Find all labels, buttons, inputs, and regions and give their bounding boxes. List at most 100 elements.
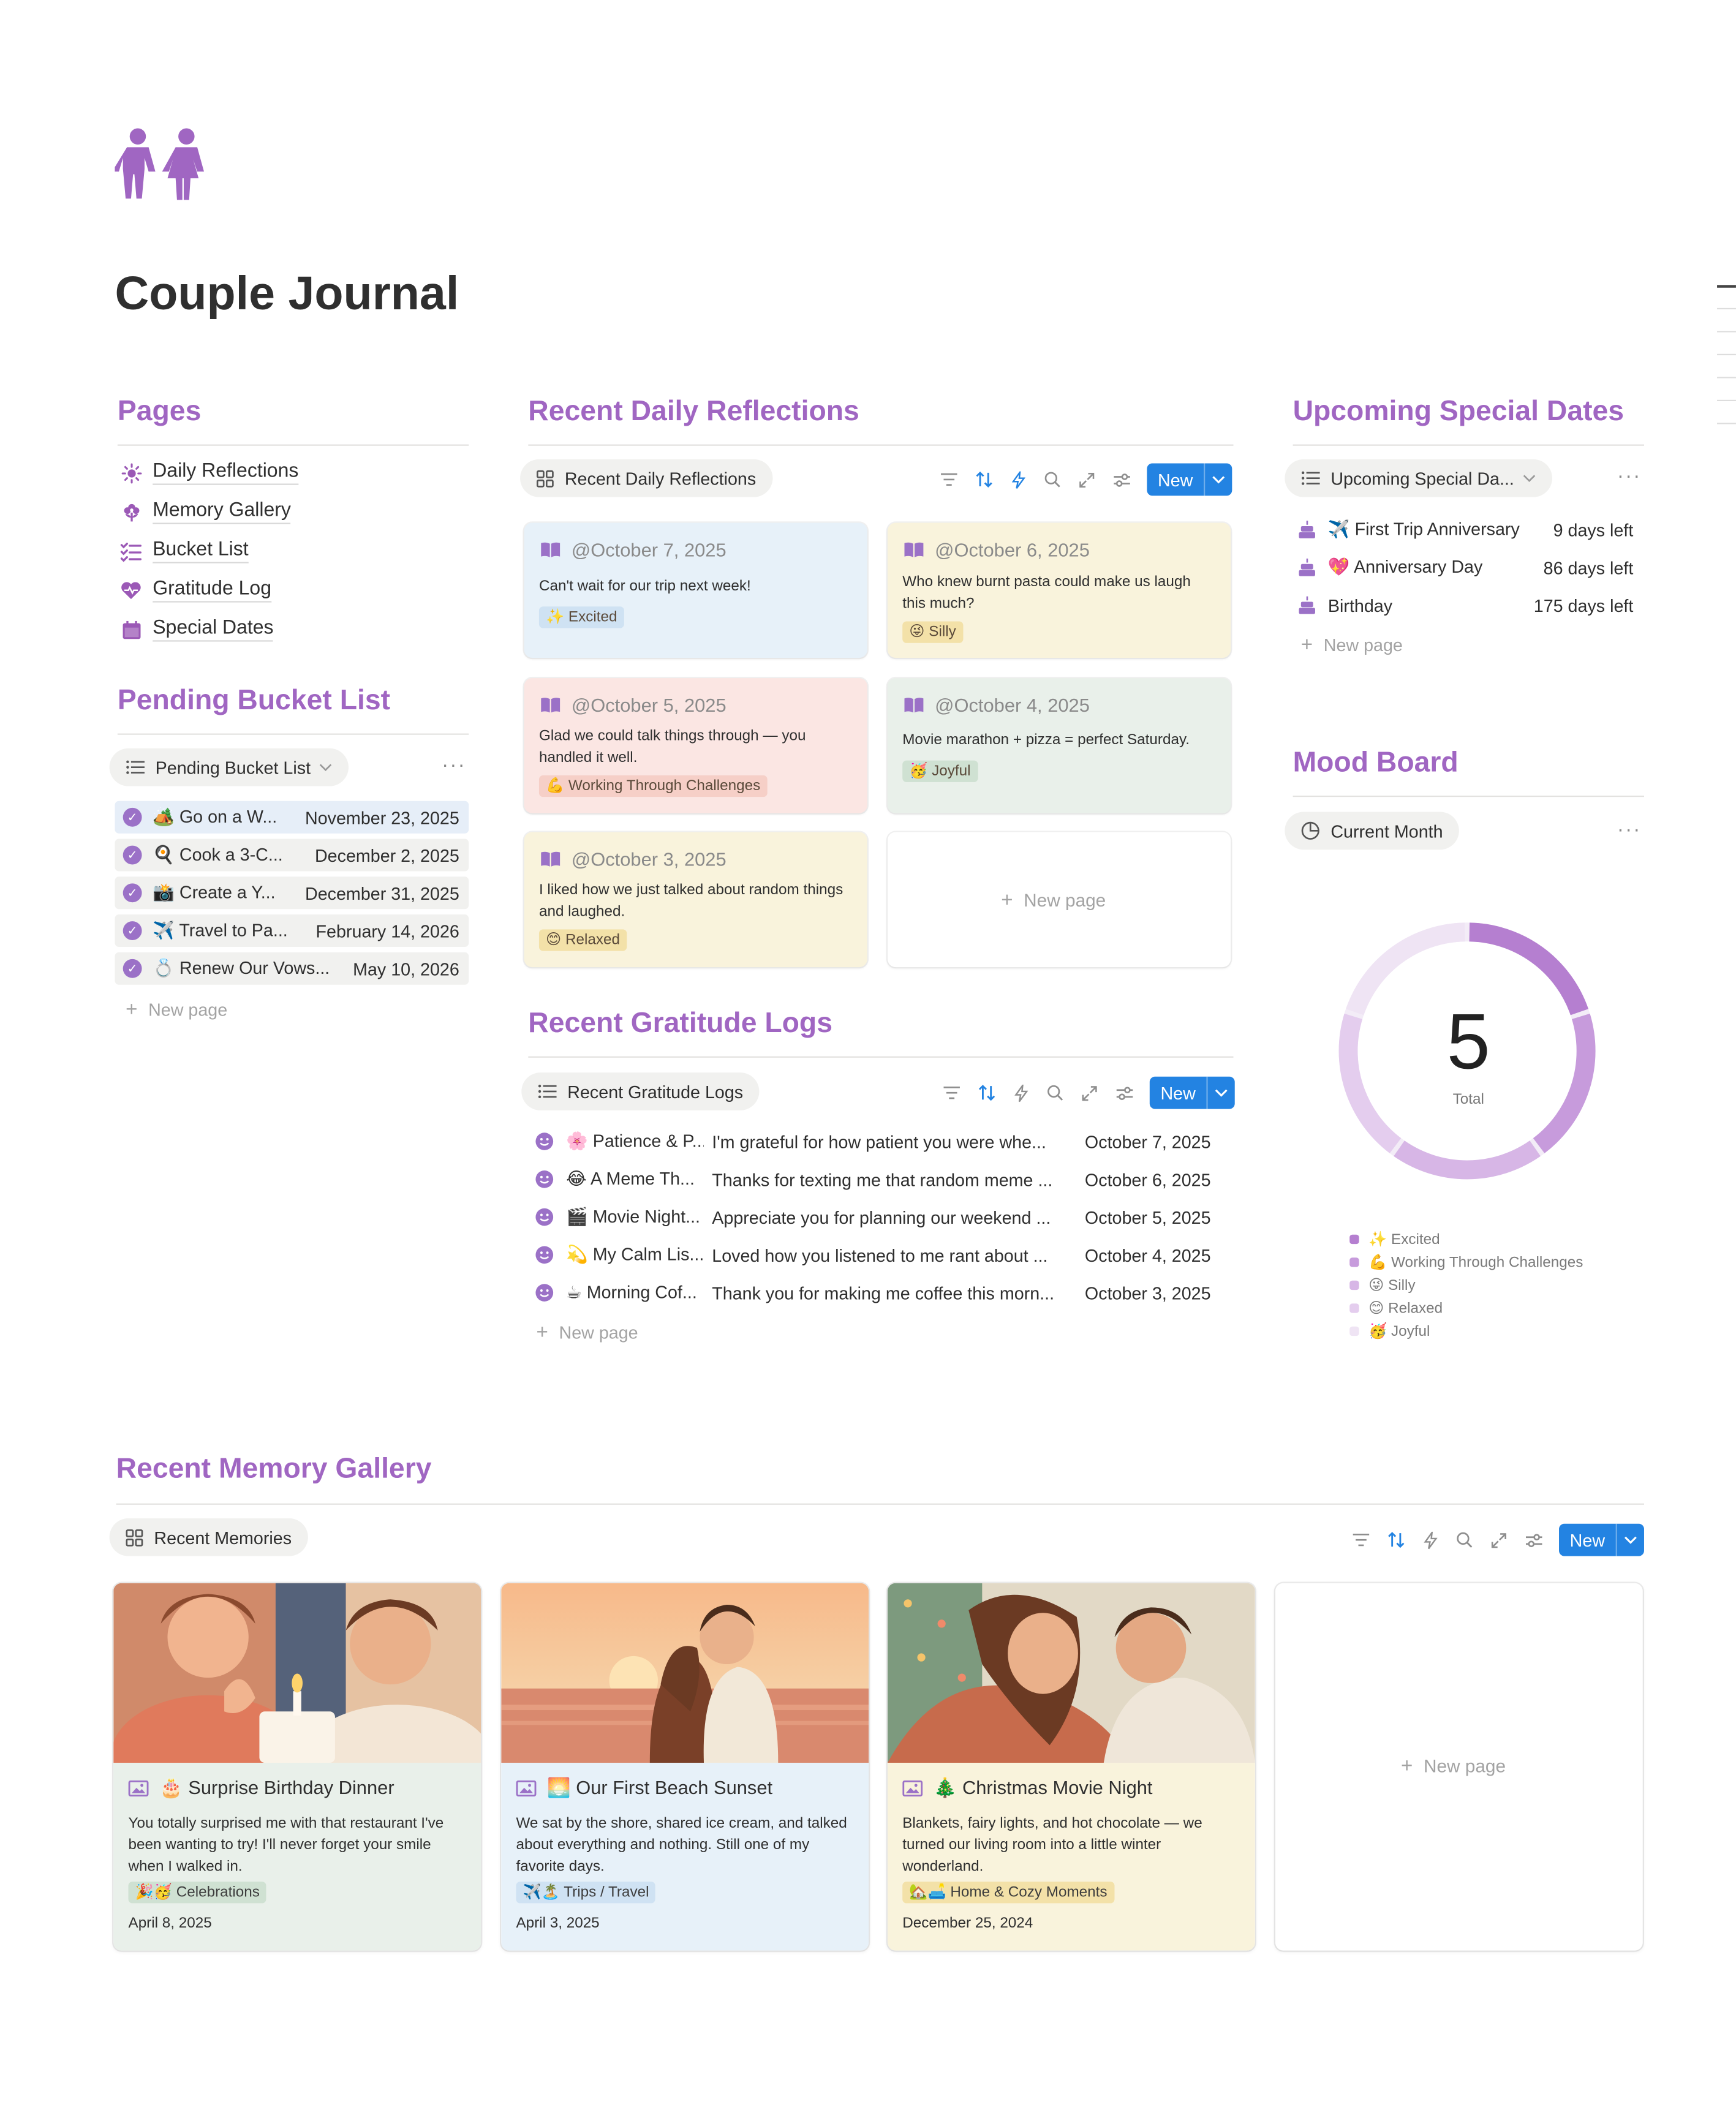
cake-icon <box>1298 596 1317 615</box>
outline-marker[interactable] <box>1717 285 1736 287</box>
nav-special-dates[interactable]: Special Dates <box>120 617 274 642</box>
outline-marker[interactable] <box>1717 331 1736 333</box>
card-date: @October 6, 2025 <box>935 538 1090 561</box>
view-selector-memory[interactable]: Recent Memories <box>109 1518 308 1556</box>
table-row[interactable]: ✓ ✈️ Travel to Pa... February 14, 2026 <box>115 914 469 947</box>
memory-card[interactable]: 🌅 Our First Beach Sunset We sat by the s… <box>501 1583 869 1951</box>
search-icon[interactable] <box>1038 1085 1073 1101</box>
legend-label: 😊 Relaxed <box>1368 1300 1443 1317</box>
table-row[interactable]: Birthday 175 days left <box>1298 589 1636 622</box>
view-label: Recent Memories <box>154 1527 292 1548</box>
new-gratitude-button[interactable]: New <box>1149 1076 1235 1109</box>
nav-gratitude-log[interactable]: Gratitude Log <box>120 578 272 603</box>
view-selector-gratitude[interactable]: Recent Gratitude Logs <box>521 1072 760 1110</box>
filter-icon[interactable] <box>935 1086 969 1099</box>
pages-heading: Pages <box>117 396 202 427</box>
mood-tag: 💪 Working Through Challenges <box>538 775 768 797</box>
table-row[interactable]: 💫 My Calm Lis... Loved how you listened t… <box>534 1238 1229 1271</box>
chevron-down-icon[interactable] <box>1206 1076 1234 1109</box>
more-options-icon[interactable]: ··· <box>1617 465 1642 488</box>
view-selector-reflections[interactable]: Recent Daily Reflections <box>520 459 772 497</box>
gratitude-toolbar: New <box>935 1076 1235 1109</box>
table-row[interactable]: ✈️ First Trip Anniversary 9 days left <box>1298 513 1636 546</box>
outline-marker[interactable] <box>1717 423 1736 424</box>
table-row[interactable]: ✓ 📸 Create a Y... December 31, 2025 <box>115 876 469 910</box>
card-date: @October 4, 2025 <box>935 694 1090 716</box>
outline-marker[interactable] <box>1717 353 1736 356</box>
expand-icon[interactable] <box>1073 1085 1107 1101</box>
outline-marker[interactable] <box>1717 377 1736 379</box>
new-page-card[interactable]: + New page <box>887 832 1231 968</box>
view-selector-pending-bucket[interactable]: Pending Bucket List <box>109 748 349 786</box>
sort-icon[interactable] <box>1379 1532 1413 1548</box>
memory-tag: 🏡🛋️ Home & Cozy Moments <box>902 1882 1114 1904</box>
filter-icon[interactable] <box>1344 1533 1378 1547</box>
new-page-label: New page <box>1024 890 1106 911</box>
automation-icon[interactable] <box>1413 1531 1447 1549</box>
automation-icon[interactable] <box>1004 1083 1038 1102</box>
legend-item: ✨ Excited <box>1349 1230 1440 1248</box>
nav-bucket-list[interactable]: Bucket List <box>120 539 249 563</box>
reflection-card[interactable]: @October 5, 2025 Glad we could talk thin… <box>524 678 867 813</box>
card-text: I liked how we just talked about random … <box>538 882 843 920</box>
row-desc: Thanks for texting me that random meme .… <box>712 1169 1053 1189</box>
table-row[interactable]: ✓ 🍳 Cook a 3-C... December 2, 2025 <box>115 839 469 872</box>
filter-icon[interactable] <box>932 473 967 486</box>
automation-icon[interactable] <box>1001 470 1035 489</box>
memory-card-body: 🎄 Christmas Movie Night Blankets, fairy … <box>887 1763 1255 1951</box>
outline-marker[interactable] <box>1717 307 1736 310</box>
plus-icon: + <box>1400 1754 1413 1778</box>
new-page-button[interactable]: + New page <box>537 1321 638 1344</box>
new-page-label: New page <box>1323 635 1403 655</box>
expand-icon[interactable] <box>1070 472 1104 488</box>
new-memory-button[interactable]: New <box>1559 1523 1645 1556</box>
new-page-card[interactable]: + New page <box>1275 1583 1643 1951</box>
outline-marker[interactable] <box>1717 399 1736 402</box>
new-page-button[interactable]: + New page <box>1301 633 1403 656</box>
reflection-card[interactable]: @October 6, 2025 Who knew burnt pasta co… <box>887 522 1231 658</box>
plus-icon: + <box>1300 633 1313 657</box>
table-row[interactable]: 🌸 Patience & P... I'm grateful for how pa… <box>534 1125 1229 1158</box>
view-selector-special-dates[interactable]: Upcoming Special Da... <box>1285 459 1552 497</box>
reflections-heading: Recent Daily Reflections <box>528 396 859 427</box>
reflection-card[interactable]: @October 4, 2025 Movie marathon + pizza … <box>887 678 1231 813</box>
cake-icon <box>1298 558 1317 577</box>
nav-label: Gratitude Log <box>153 578 272 603</box>
settings-icon[interactable] <box>1104 472 1139 487</box>
table-row[interactable]: ✓ 🏕️ Go on a W... November 23, 2025 <box>115 801 469 834</box>
sort-icon[interactable] <box>969 1085 1003 1101</box>
reflection-card[interactable]: @October 3, 2025 I liked how we just tal… <box>524 832 867 968</box>
memory-card-body: 🌅 Our First Beach Sunset We sat by the s… <box>501 1763 869 1951</box>
nav-memory-gallery[interactable]: Memory Gallery <box>120 500 291 524</box>
days-left: 86 days left <box>1543 557 1634 578</box>
table-row[interactable]: 😂 A Meme Th... Thanks for texting me that… <box>534 1163 1229 1196</box>
table-row[interactable]: 💖 Anniversary Day 86 days left <box>1298 551 1636 584</box>
more-options-icon[interactable]: ··· <box>442 754 466 777</box>
nav-label: Daily Reflections <box>153 461 299 485</box>
search-icon[interactable] <box>1447 1532 1482 1548</box>
view-selector-mood[interactable]: Current Month <box>1285 812 1460 850</box>
table-row[interactable]: ☕ Morning Cof... Thank you for making me … <box>534 1276 1229 1309</box>
settings-icon[interactable] <box>1107 1085 1141 1100</box>
nav-label: Special Dates <box>153 617 274 642</box>
nav-daily-reflections[interactable]: Daily Reflections <box>120 461 299 485</box>
chevron-down-icon[interactable] <box>1204 463 1232 496</box>
row-name: 😂 A Meme Th... <box>566 1168 695 1189</box>
row-date: October 4, 2025 <box>1084 1245 1211 1265</box>
settings-icon[interactable] <box>1517 1532 1551 1547</box>
view-label: Current Month <box>1330 820 1443 841</box>
memory-card[interactable]: 🎄 Christmas Movie Night Blankets, fairy … <box>887 1583 1255 1951</box>
reflection-card[interactable]: @October 7, 2025 Can't wait for our trip… <box>524 522 867 658</box>
more-options-icon[interactable]: ··· <box>1617 818 1642 841</box>
sort-icon[interactable] <box>967 471 1001 488</box>
expand-icon[interactable] <box>1482 1532 1516 1548</box>
search-icon[interactable] <box>1035 472 1070 488</box>
new-page-button[interactable]: + New page <box>126 998 227 1021</box>
list-icon <box>126 759 145 775</box>
new-reflection-button[interactable]: New <box>1147 463 1232 496</box>
table-row[interactable]: 🎬 Movie Night... Appreciate you for plann… <box>534 1201 1229 1234</box>
table-row[interactable]: ✓ 💍 Renew Our Vows... May 10, 2026 <box>115 952 469 985</box>
divider <box>117 733 469 735</box>
memory-card[interactable]: 🎂 Surprise Birthday Dinner You totally s… <box>113 1583 481 1951</box>
chevron-down-icon[interactable] <box>1615 1523 1644 1556</box>
